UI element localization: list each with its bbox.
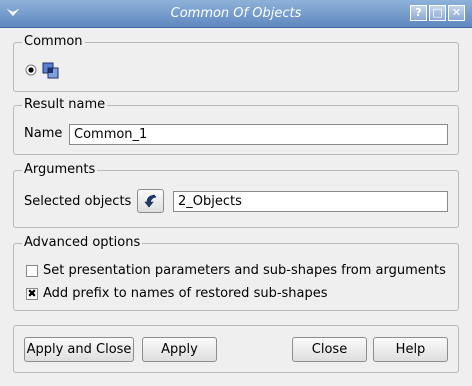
close-window-button[interactable]: ✕	[448, 5, 465, 21]
selection-arrow-icon	[143, 194, 157, 207]
operation-radio-button[interactable]	[25, 64, 37, 76]
common-group-title: Common	[22, 34, 85, 49]
selected-objects-input[interactable]: 2_Objects	[173, 191, 448, 212]
result-name-group: Result name Name Common_1	[13, 97, 459, 155]
advanced-options-group: Advanced options Set presentation parame…	[13, 235, 459, 311]
add-prefix-checkbox[interactable]: ✖	[26, 288, 38, 300]
app-menu-icon[interactable]	[6, 7, 20, 19]
arguments-group-title: Arguments	[22, 162, 98, 177]
button-bar: Apply and Close Apply Close Help	[13, 325, 459, 373]
select-objects-button[interactable]	[137, 189, 164, 213]
close-button[interactable]: Close	[292, 337, 367, 362]
add-prefix-label: Add prefix to names of restored sub-shap…	[43, 286, 328, 301]
set-presentation-label: Set presentation parameters and sub-shap…	[43, 263, 446, 278]
selected-objects-label: Selected objects	[24, 194, 132, 209]
set-presentation-checkbox[interactable]	[26, 265, 38, 277]
common-group: Common	[13, 34, 459, 92]
help-title-button[interactable]: ?	[410, 5, 427, 21]
apply-button[interactable]: Apply	[142, 337, 217, 362]
advanced-options-group-title: Advanced options	[22, 235, 143, 250]
dialog-window: Common Of Objects ? □ ✕ Common Result na…	[0, 0, 472, 386]
title-bar[interactable]: Common Of Objects ? □ ✕	[0, 0, 472, 28]
result-name-group-title: Result name	[22, 97, 108, 112]
arguments-group: Arguments Selected objects 2_Objects	[13, 162, 459, 228]
common-operation-icon	[42, 62, 59, 79]
result-name-input[interactable]: Common_1	[69, 124, 448, 145]
maximize-button[interactable]: □	[429, 5, 446, 21]
name-label: Name	[24, 126, 63, 141]
window-title: Common Of Objects	[170, 6, 302, 21]
apply-and-close-button[interactable]: Apply and Close	[24, 337, 134, 362]
help-button[interactable]: Help	[373, 337, 448, 362]
